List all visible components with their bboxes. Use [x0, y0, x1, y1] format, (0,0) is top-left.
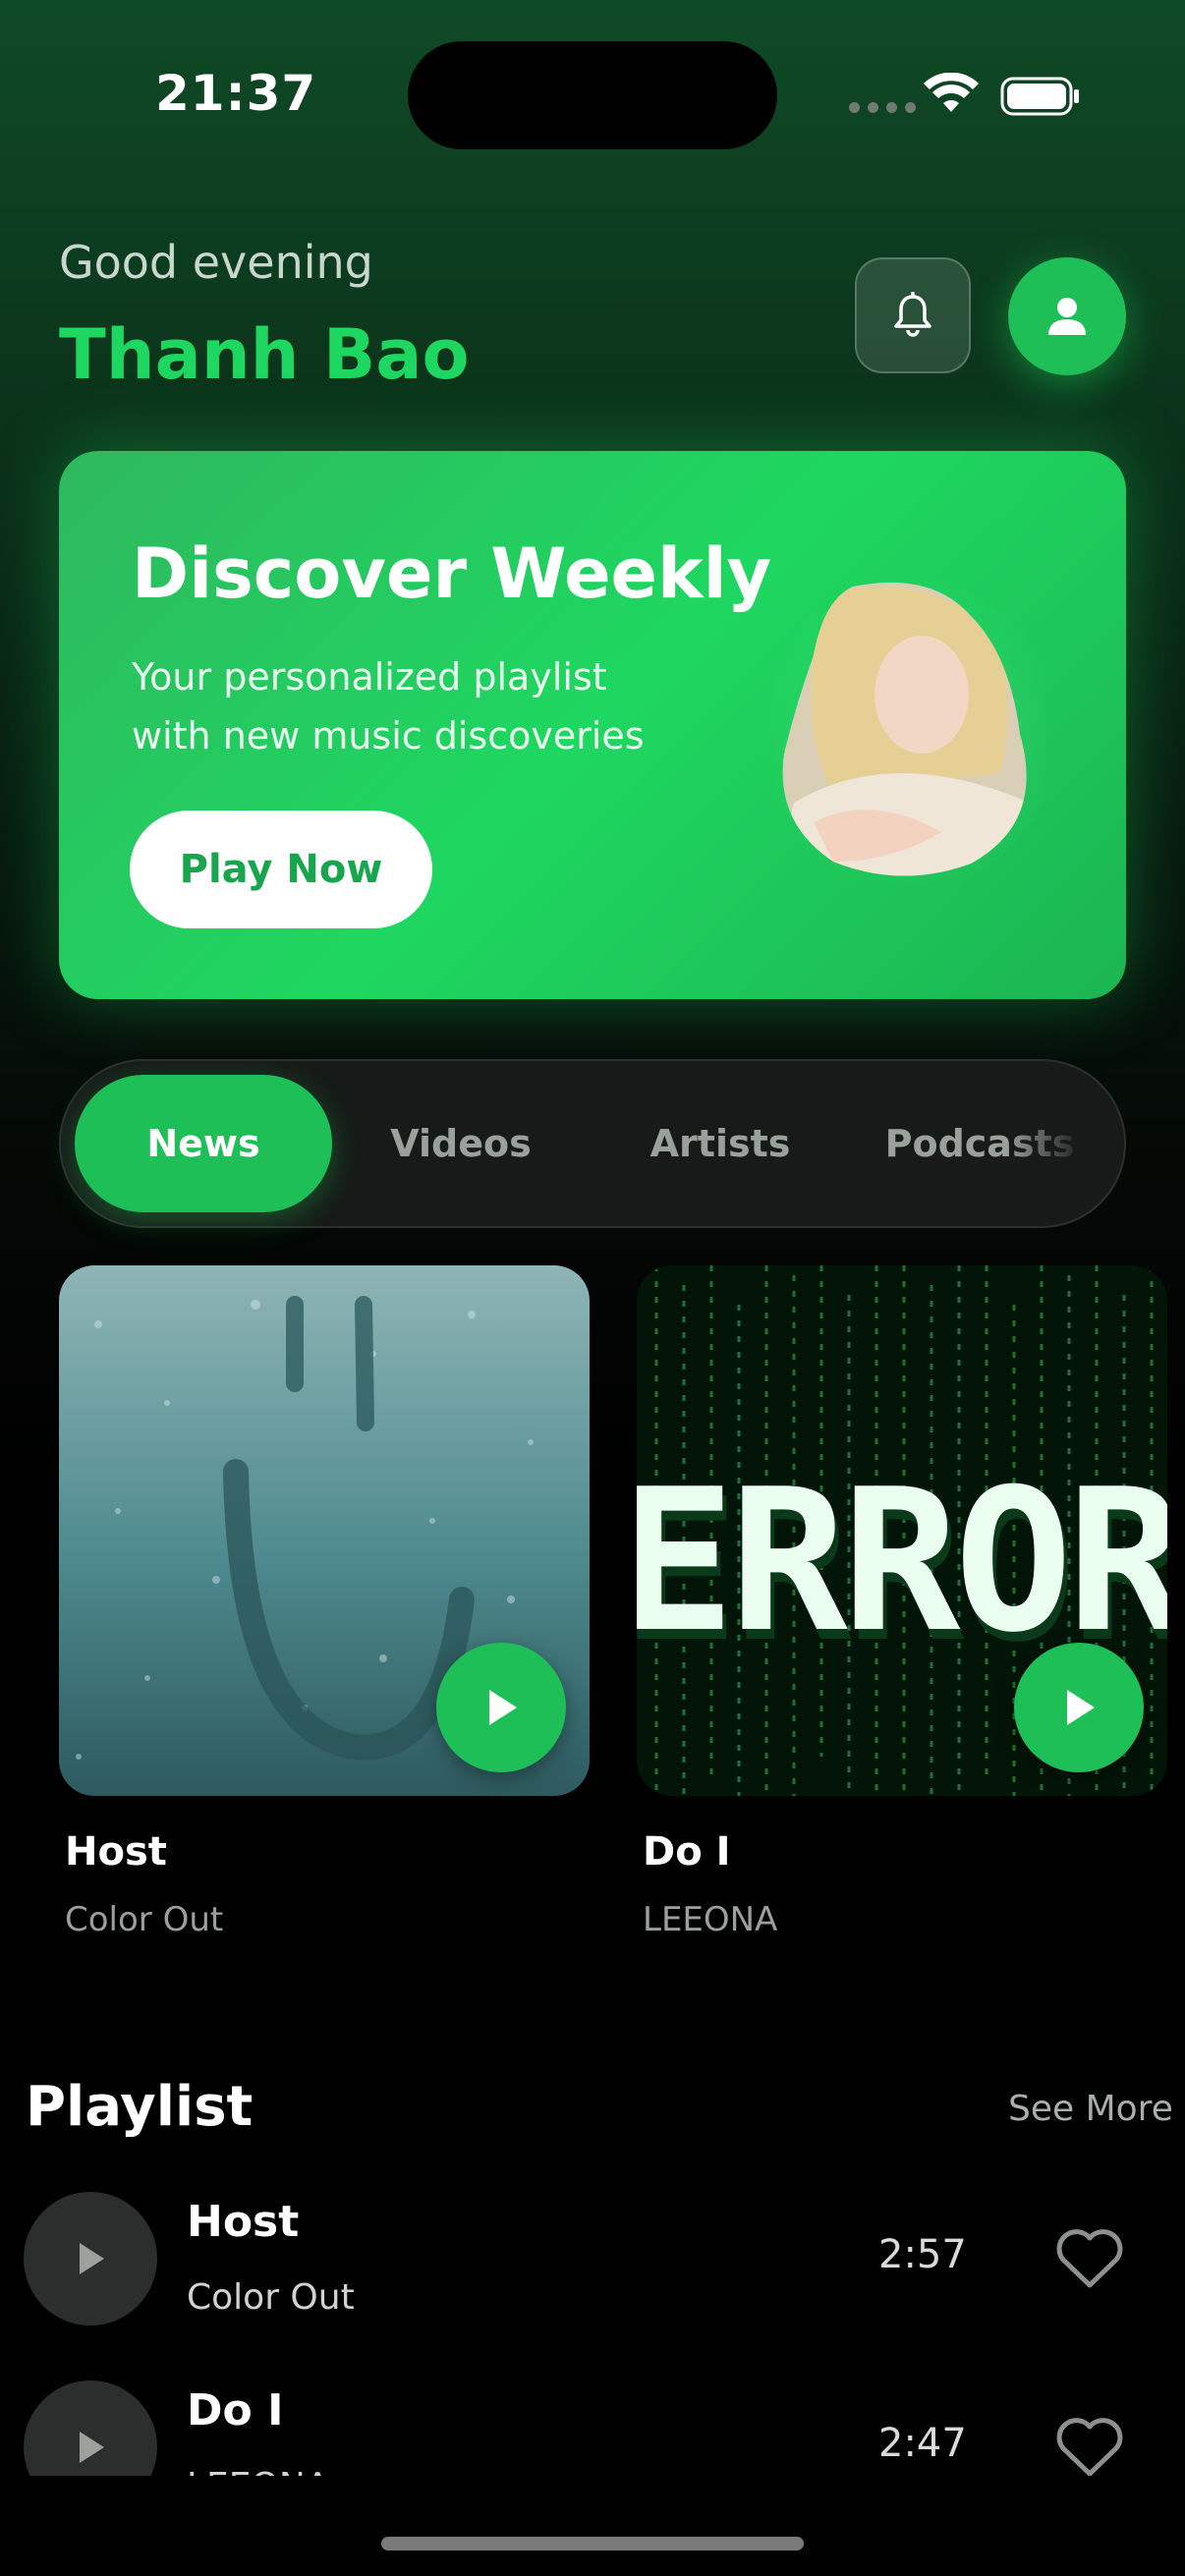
- status-time: 21:37: [155, 65, 317, 122]
- greeting-text: Good evening: [59, 236, 373, 289]
- play-now-button[interactable]: Play Now: [130, 811, 432, 928]
- heart-icon[interactable]: [1055, 2417, 1124, 2478]
- discover-title: Discover Weekly: [132, 533, 772, 614]
- battery-icon: [1000, 77, 1079, 116]
- track-cover-host[interactable]: [59, 1265, 590, 1796]
- row-duration: 2:57: [878, 2232, 967, 2277]
- card-artist: LEEONA: [643, 1900, 778, 1939]
- user-name: Thanh Bao: [59, 314, 470, 395]
- row-artist: Color Out: [187, 2277, 355, 2318]
- cellular-signal-icon: [849, 102, 916, 113]
- play-icon: [1067, 1690, 1095, 1725]
- profile-button[interactable]: [1008, 257, 1126, 375]
- cover-error-text: ERROR: [637, 1447, 1167, 1676]
- play-icon: [80, 2243, 104, 2274]
- discover-weekly-card[interactable]: Discover Weekly Your personalized playli…: [59, 451, 1126, 999]
- playlist-heading: Playlist: [26, 2075, 254, 2139]
- card-title: Do I: [643, 1829, 731, 1875]
- home-indicator[interactable]: [381, 2537, 804, 2550]
- row-duration: 2:47: [878, 2421, 967, 2466]
- tab-news[interactable]: News: [75, 1075, 332, 1212]
- bell-icon: [894, 292, 931, 337]
- heart-icon[interactable]: [1055, 2228, 1124, 2289]
- wifi-icon: [924, 73, 979, 112]
- bottom-safe-area: [0, 2476, 1185, 2576]
- card-title: Host: [65, 1829, 167, 1875]
- row-title: Host: [187, 2197, 300, 2247]
- tab-artists[interactable]: Artists: [592, 1075, 849, 1212]
- play-icon: [80, 2432, 104, 2463]
- play-button[interactable]: [1014, 1643, 1144, 1772]
- discover-subtitle: Your personalized playlist with new musi…: [132, 655, 645, 757]
- artist-portrait-image: [774, 577, 1045, 881]
- row-play-button[interactable]: [24, 2192, 157, 2325]
- user-icon: [1048, 298, 1086, 335]
- play-button[interactable]: [436, 1643, 566, 1772]
- tab-videos[interactable]: Videos: [332, 1075, 590, 1212]
- play-icon: [489, 1690, 517, 1725]
- notifications-button[interactable]: [855, 257, 971, 373]
- category-tabs: News Videos Artists Podcasts: [59, 1059, 1126, 1228]
- see-more-link[interactable]: See More: [1008, 2089, 1173, 2129]
- dynamic-island: [408, 41, 777, 149]
- card-artist: Color Out: [65, 1900, 224, 1939]
- track-cover-do-i[interactable]: ERROR ERROR: [637, 1265, 1167, 1796]
- row-title: Do I: [187, 2385, 284, 2436]
